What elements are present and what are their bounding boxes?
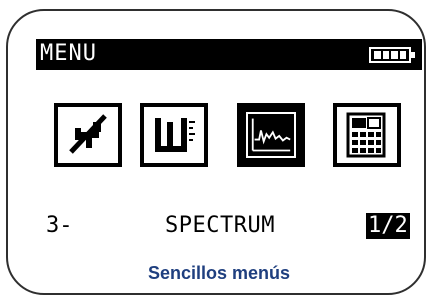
- no-signal-icon: [69, 114, 107, 154]
- calculator-keypad-icon: [346, 112, 386, 158]
- spectrum-waveform-icon: [251, 118, 291, 152]
- thermometer-level-icon: [155, 118, 195, 152]
- page-indicator: 1/2: [366, 213, 410, 239]
- menu-title: MENU: [40, 41, 97, 66]
- menu-item-calculator[interactable]: [333, 103, 401, 167]
- selected-index-label: 3-: [46, 213, 73, 238]
- caption: Sencillos menús: [147, 263, 291, 283]
- menu-item-level[interactable]: [140, 103, 208, 167]
- menu-header-bar: MENU: [36, 39, 422, 70]
- battery-full-icon: [369, 47, 415, 63]
- menu-item-spectrum[interactable]: [237, 103, 305, 167]
- menu-item-no-signal[interactable]: [54, 103, 122, 167]
- selected-item-label: SPECTRUM: [165, 213, 275, 238]
